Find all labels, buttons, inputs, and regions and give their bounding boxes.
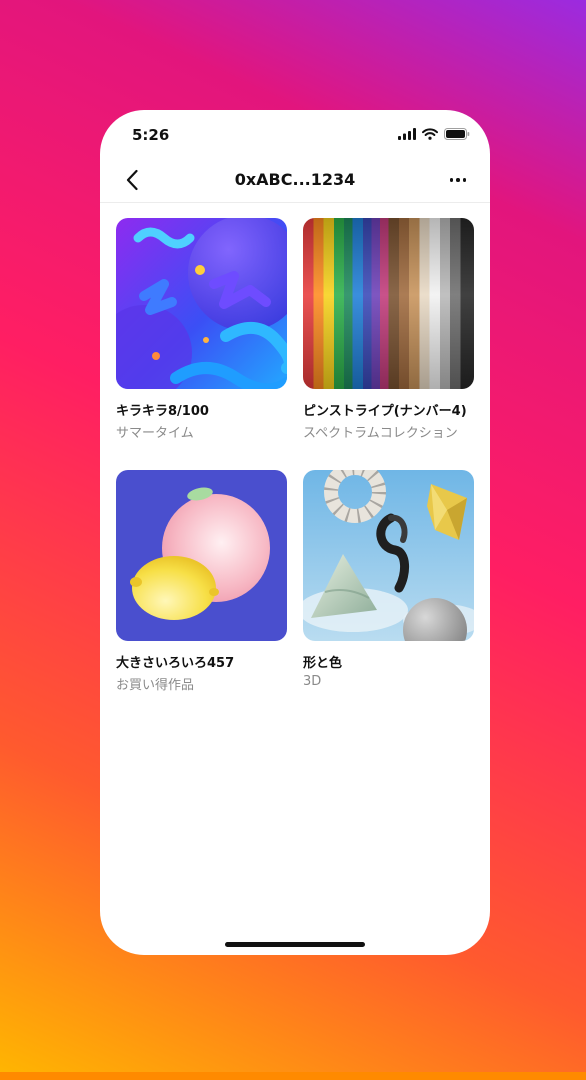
more-dot-icon <box>462 178 467 182</box>
more-dot-icon <box>449 178 454 182</box>
item-title: 形と色 <box>303 656 343 671</box>
artwork-thumbnail <box>303 470 474 641</box>
status-time: 5:26 <box>132 126 170 144</box>
artwork-thumbnail <box>116 218 287 389</box>
collection-item[interactable]: ピンストライプ(ナンバー4) スペクトラムコレクション <box>303 218 474 441</box>
battery-icon <box>444 128 470 140</box>
item-subtitle: サマータイム <box>116 426 194 441</box>
neon-squiggles-artwork <box>116 218 287 389</box>
artwork-thumbnail <box>303 218 474 389</box>
item-title: 大きさいろいろ457 <box>116 656 235 671</box>
signal-icon <box>398 128 416 140</box>
nav-bar: 0xABC...1234 <box>100 160 490 203</box>
collection-item[interactable]: キラキラ8/100 サマータイム <box>116 218 287 441</box>
status-bar: 5:26 <box>100 110 490 160</box>
more-options-button[interactable] <box>444 168 472 192</box>
phone-frame: 5:26 0xABC...1234 キラキラ8/100 サマータイム ピンストラ… <box>100 110 490 955</box>
artwork-thumbnail <box>116 470 287 641</box>
collection-item[interactable]: 大きさいろいろ457 お買い得作品 <box>116 470 287 693</box>
3d-shapes-artwork <box>303 470 474 641</box>
peach-and-lemon-artwork <box>116 470 287 641</box>
item-subtitle: お買い得作品 <box>116 678 195 693</box>
bottom-strip <box>0 1072 586 1080</box>
item-subtitle: スペクトラムコレクション <box>303 426 458 441</box>
page-title: 0xABC...1234 <box>234 170 356 189</box>
collection-item[interactable]: 形と色 3D <box>303 470 474 689</box>
stripe-shading <box>303 218 474 389</box>
home-indicator[interactable] <box>225 942 365 947</box>
item-title: ピンストライプ(ナンバー4) <box>303 404 467 419</box>
wifi-icon <box>422 128 438 140</box>
item-title: キラキラ8/100 <box>116 404 209 419</box>
status-icons <box>398 128 470 140</box>
more-dot-icon <box>456 178 460 182</box>
item-subtitle: 3D <box>303 674 322 689</box>
